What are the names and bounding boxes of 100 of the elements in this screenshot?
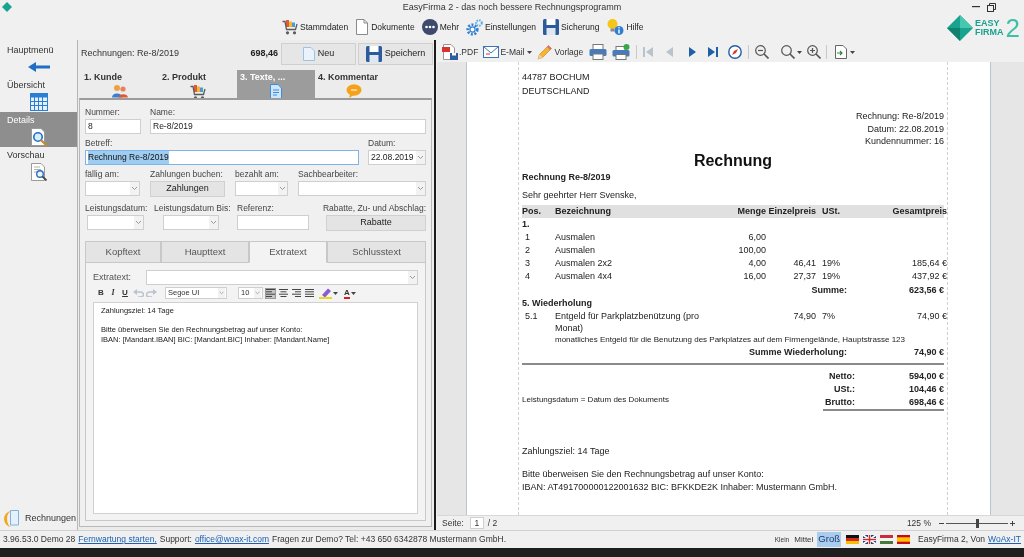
item-note: monatliches Entgeld für die Benutzung des Parkplatzes auf dem Firmengelände, Hauptstrasse 123 <box>555 333 905 346</box>
table-cell-text: 74,90 <box>792 309 816 323</box>
text-field[interactable]: Rechnung Re-8/2019 <box>85 150 359 165</box>
toolbar-button[interactable]: Dokumente <box>355 19 415 35</box>
text-field[interactable] <box>237 215 309 230</box>
toolbar-button[interactable]: Sicherung <box>543 19 600 35</box>
page-arrow-icon[interactable] <box>835 45 848 59</box>
tab[interactable]: 1. Kunde <box>81 70 159 98</box>
toolbar-button[interactable]: Mehr <box>421 19 460 35</box>
chevron-down-icon <box>134 216 143 229</box>
tab[interactable]: Schlusstext <box>327 241 426 263</box>
align-justify-icon <box>305 289 314 297</box>
highlighter-icon[interactable] <box>319 287 332 299</box>
minimize-icon[interactable] <box>972 6 980 8</box>
logo-number: 2 <box>1005 15 1020 41</box>
chevron-down-icon <box>217 288 226 298</box>
column-header: Bezeichnung <box>555 204 612 218</box>
tab[interactable]: Extratext <box>249 241 327 263</box>
align-center-icon <box>279 289 288 297</box>
font-color-button[interactable]: A <box>344 287 350 299</box>
text-field[interactable]: Re-8/2019 <box>150 119 426 134</box>
module-button[interactable]: Rechnungen <box>0 510 77 528</box>
italic-button[interactable]: I <box>107 287 119 299</box>
caret-icon[interactable] <box>797 50 803 54</box>
zoom-out-icon[interactable] <box>755 45 770 59</box>
sum-value: 74,90 € <box>913 346 944 357</box>
record-title: Rechnungen: Re-8/2019 <box>81 47 180 61</box>
toolbar-button[interactable]: Vorlage <box>537 44 584 60</box>
group-title: 1. <box>522 217 530 231</box>
document-heading: Rechnung <box>693 150 773 171</box>
toolbar-button[interactable]: E-Mail <box>483 45 533 59</box>
document-magnifier-icon <box>29 128 48 146</box>
email-link[interactable]: office@woax-it.com <box>194 533 270 546</box>
plus-icon[interactable] <box>1010 520 1015 526</box>
nav-item[interactable]: Vorschau <box>0 147 77 182</box>
align-center-button[interactable] <box>278 287 289 299</box>
field-label: fällig am: <box>85 169 119 180</box>
toolbar-button[interactable]: .PDF <box>442 44 479 60</box>
toolbar-button[interactable]: Speichern <box>358 43 433 65</box>
toolbar-button[interactable]: Einstellungen <box>466 18 537 36</box>
caret-icon[interactable] <box>350 291 356 295</box>
printer-icon[interactable] <box>612 44 631 60</box>
restore-icon[interactable] <box>987 2 996 12</box>
font-size-option[interactable]: Groß <box>817 532 841 547</box>
nav-item[interactable]: Hauptmenü <box>0 42 77 77</box>
toolbar-button[interactable]: Stammdaten <box>282 19 349 35</box>
action-button[interactable]: Rabatte <box>326 215 426 231</box>
minus-icon[interactable] <box>939 522 944 524</box>
bold-button[interactable]: B <box>95 287 107 299</box>
tab[interactable]: Haupttext <box>161 241 249 263</box>
font-size-option[interactable]: Mittel <box>793 533 815 546</box>
total-value: 698,46 € <box>908 396 944 407</box>
flag-icon[interactable] <box>880 535 893 544</box>
invoice-meta: Rechnung: Re-8/2019 <box>855 110 944 123</box>
text-field[interactable]: 8 <box>85 119 141 134</box>
compass-icon[interactable] <box>728 45 743 59</box>
printer-icon[interactable] <box>589 44 608 60</box>
caret-icon[interactable] <box>333 291 338 295</box>
page-label: Seite: <box>442 516 464 530</box>
field-label: Nummer: <box>85 107 120 118</box>
magnifier-icon[interactable] <box>781 45 796 59</box>
last-page-icon[interactable] <box>708 47 719 57</box>
table-cell-text: 3 <box>524 256 531 270</box>
lightbulb-icon <box>606 18 625 36</box>
tab[interactable]: Kopftext <box>85 241 161 263</box>
flag-icon[interactable] <box>863 535 876 544</box>
underline-button[interactable]: U <box>119 287 131 299</box>
zoom-slider[interactable] <box>946 518 1008 528</box>
total-label: Brutto: <box>825 396 855 407</box>
page-field[interactable]: 1 <box>469 517 484 529</box>
field-label: Datum: <box>368 138 396 149</box>
dropdown[interactable]: 22.08.2019 <box>368 150 426 165</box>
align-right-button[interactable] <box>291 287 302 299</box>
gear-icon <box>466 18 484 36</box>
total-label: USt.: <box>834 383 855 394</box>
table-cell-text: 6,00 <box>747 230 766 244</box>
pencil-icon <box>537 44 554 60</box>
address-line: DEUTSCHLAND <box>522 85 590 98</box>
nav-item[interactable]: Übersicht <box>0 77 77 112</box>
toolbar-button[interactable]: Neu <box>281 43 356 65</box>
align-justify-button[interactable] <box>304 287 315 299</box>
invoice-meta: Kundennummer: 16 <box>864 135 944 148</box>
table-cell-text: 2 <box>524 243 531 257</box>
company-link[interactable]: WoAx-IT <box>988 533 1021 546</box>
remote-support-link[interactable]: Fernwartung starten, <box>78 533 157 546</box>
field-label: bezahlt am: <box>235 169 279 180</box>
tab[interactable]: 4. Kommentar <box>315 70 393 98</box>
flag-icon[interactable] <box>846 535 859 544</box>
next-page-icon[interactable] <box>687 47 698 57</box>
field-label: Rabatte, Zu- und Abschlag: <box>323 203 426 214</box>
zoom-in-icon[interactable] <box>807 45 822 59</box>
caret-icon[interactable] <box>850 50 856 54</box>
slider-thumb[interactable] <box>976 518 979 528</box>
table-cell-text: 185,64 € <box>910 256 947 270</box>
field-label: Betreff: <box>85 138 113 149</box>
align-left-button[interactable] <box>265 287 276 299</box>
toolbar-button[interactable]: Hilfe <box>606 18 644 36</box>
action-button[interactable]: Zahlungen <box>150 181 225 197</box>
chevron-down-icon <box>209 216 218 229</box>
logo-text: EASY <box>975 19 1001 28</box>
